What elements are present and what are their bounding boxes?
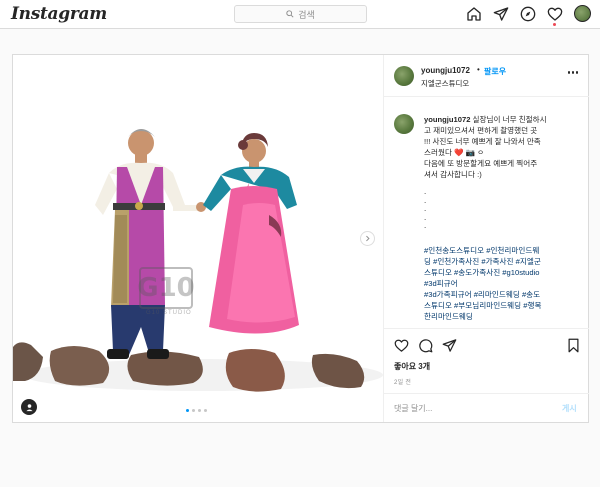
hashtag-line[interactable]: #3d피규어 (424, 278, 584, 289)
post-actions: 좋아요 3개 2일 전 댓글 달기... 게시 (384, 328, 589, 422)
caption-username[interactable]: youngju1072 (424, 115, 470, 124)
hashtag-line[interactable]: 스튜디오 #송도가족사진 #g10studio (424, 267, 584, 278)
post-sidebar: youngju1072 • 팔로우 지엘군스튜디오 youngju1072 실장… (383, 55, 589, 422)
watermark-subtitle: G10 STUDIO (146, 310, 192, 316)
carousel-indicator (186, 409, 207, 412)
home-icon[interactable] (466, 6, 482, 22)
caption-line: 셔서 감사합니다 :) (424, 170, 482, 179)
caption-line: 실장님이 너무 친절하시 (472, 115, 547, 124)
hashtag-line[interactable]: #3d가족피규어 #리마인드웨딩 #송도 (424, 289, 584, 300)
caption-line: 고 재미있으셔서 편하게 촬영했던 곳 (424, 126, 538, 135)
author-username[interactable]: youngju1072 (421, 66, 470, 75)
notification-dot (553, 23, 556, 26)
caption-dot: . (424, 212, 427, 222)
caption-dot: . (424, 187, 427, 196)
avatar-icon[interactable] (574, 5, 591, 22)
like-count[interactable]: 좋아요 3개 (394, 361, 430, 372)
post-card: G10 G10 STUDIO youngju1072 • 팔로우 지엘군스튜디오… (12, 54, 589, 423)
caption-dot: . (424, 195, 427, 205)
hashtag-line[interactable]: 스튜디오 #부모님리마인드웨딩 #행복 (424, 300, 584, 311)
save-icon[interactable] (566, 338, 581, 353)
location-link[interactable]: 지엘군스튜디오 (421, 78, 469, 89)
hashtag-list: #인천송도스튜디오 #인천리마인드웨 딩 #인천가족사진 #가족사진 #지엘군 … (424, 245, 584, 322)
caption-line: !!! 사진도 너무 예쁘게 잘 나와서 만족 (424, 137, 541, 146)
carousel-dot (198, 409, 201, 412)
instagram-logo[interactable]: Instagram (11, 4, 107, 24)
post-comment-button[interactable]: 게시 (562, 403, 577, 414)
follow-button[interactable]: 팔로우 (484, 66, 506, 77)
watermark-logo: G10 (137, 267, 195, 309)
carousel-dot (186, 409, 189, 412)
search-input[interactable]: 검색 (234, 5, 367, 23)
tag-user-icon (25, 403, 33, 411)
caption-avatar[interactable] (394, 114, 414, 134)
hashtag-line[interactable]: 딩 #인천가족사진 #가족사진 #지엘군 (424, 256, 584, 267)
post-header: youngju1072 • 팔로우 지엘군스튜디오 (384, 55, 589, 97)
post-caption: youngju1072 실장님이 너무 친절하시 고 재미있으셔서 편하게 촬영… (424, 114, 584, 231)
share-icon[interactable] (442, 338, 457, 353)
carousel-dot (192, 409, 195, 412)
post-photo[interactable]: G10 G10 STUDIO (13, 55, 383, 422)
search-placeholder: 검색 (298, 9, 315, 20)
heart-icon[interactable] (547, 6, 563, 22)
chevron-right-icon (366, 235, 370, 242)
caption-dot: . (424, 204, 427, 213)
photo-scene (13, 55, 383, 422)
hashtag-line[interactable]: #인천송도스튜디오 #인천리마인드웨 (424, 245, 584, 256)
like-icon[interactable] (394, 338, 409, 353)
hashtag-line[interactable]: 한리마인드웨딩 (424, 311, 584, 322)
post-date[interactable]: 2일 전 (394, 377, 411, 386)
caption-dot: . (424, 221, 427, 230)
caption-line: 다음에 또 방문할게요 예쁘게 찍어주 (424, 159, 538, 168)
carousel-next-button[interactable] (360, 231, 375, 246)
separator: • (477, 65, 480, 74)
more-icon[interactable] (568, 71, 578, 75)
comment-row: 댓글 달기... 게시 (384, 393, 589, 423)
direct-icon[interactable] (493, 6, 509, 22)
explore-icon[interactable] (520, 6, 536, 22)
tag-user-button[interactable] (21, 399, 37, 415)
search-icon (286, 10, 294, 18)
carousel-dot (204, 409, 207, 412)
caption-line: 스러웠다 ❤️ 📷 ㅇ (424, 148, 485, 157)
comment-icon[interactable] (418, 338, 433, 353)
author-avatar[interactable] (394, 66, 414, 86)
top-navigation: Instagram 검색 (0, 0, 600, 29)
comment-input[interactable]: 댓글 달기... (394, 403, 432, 414)
